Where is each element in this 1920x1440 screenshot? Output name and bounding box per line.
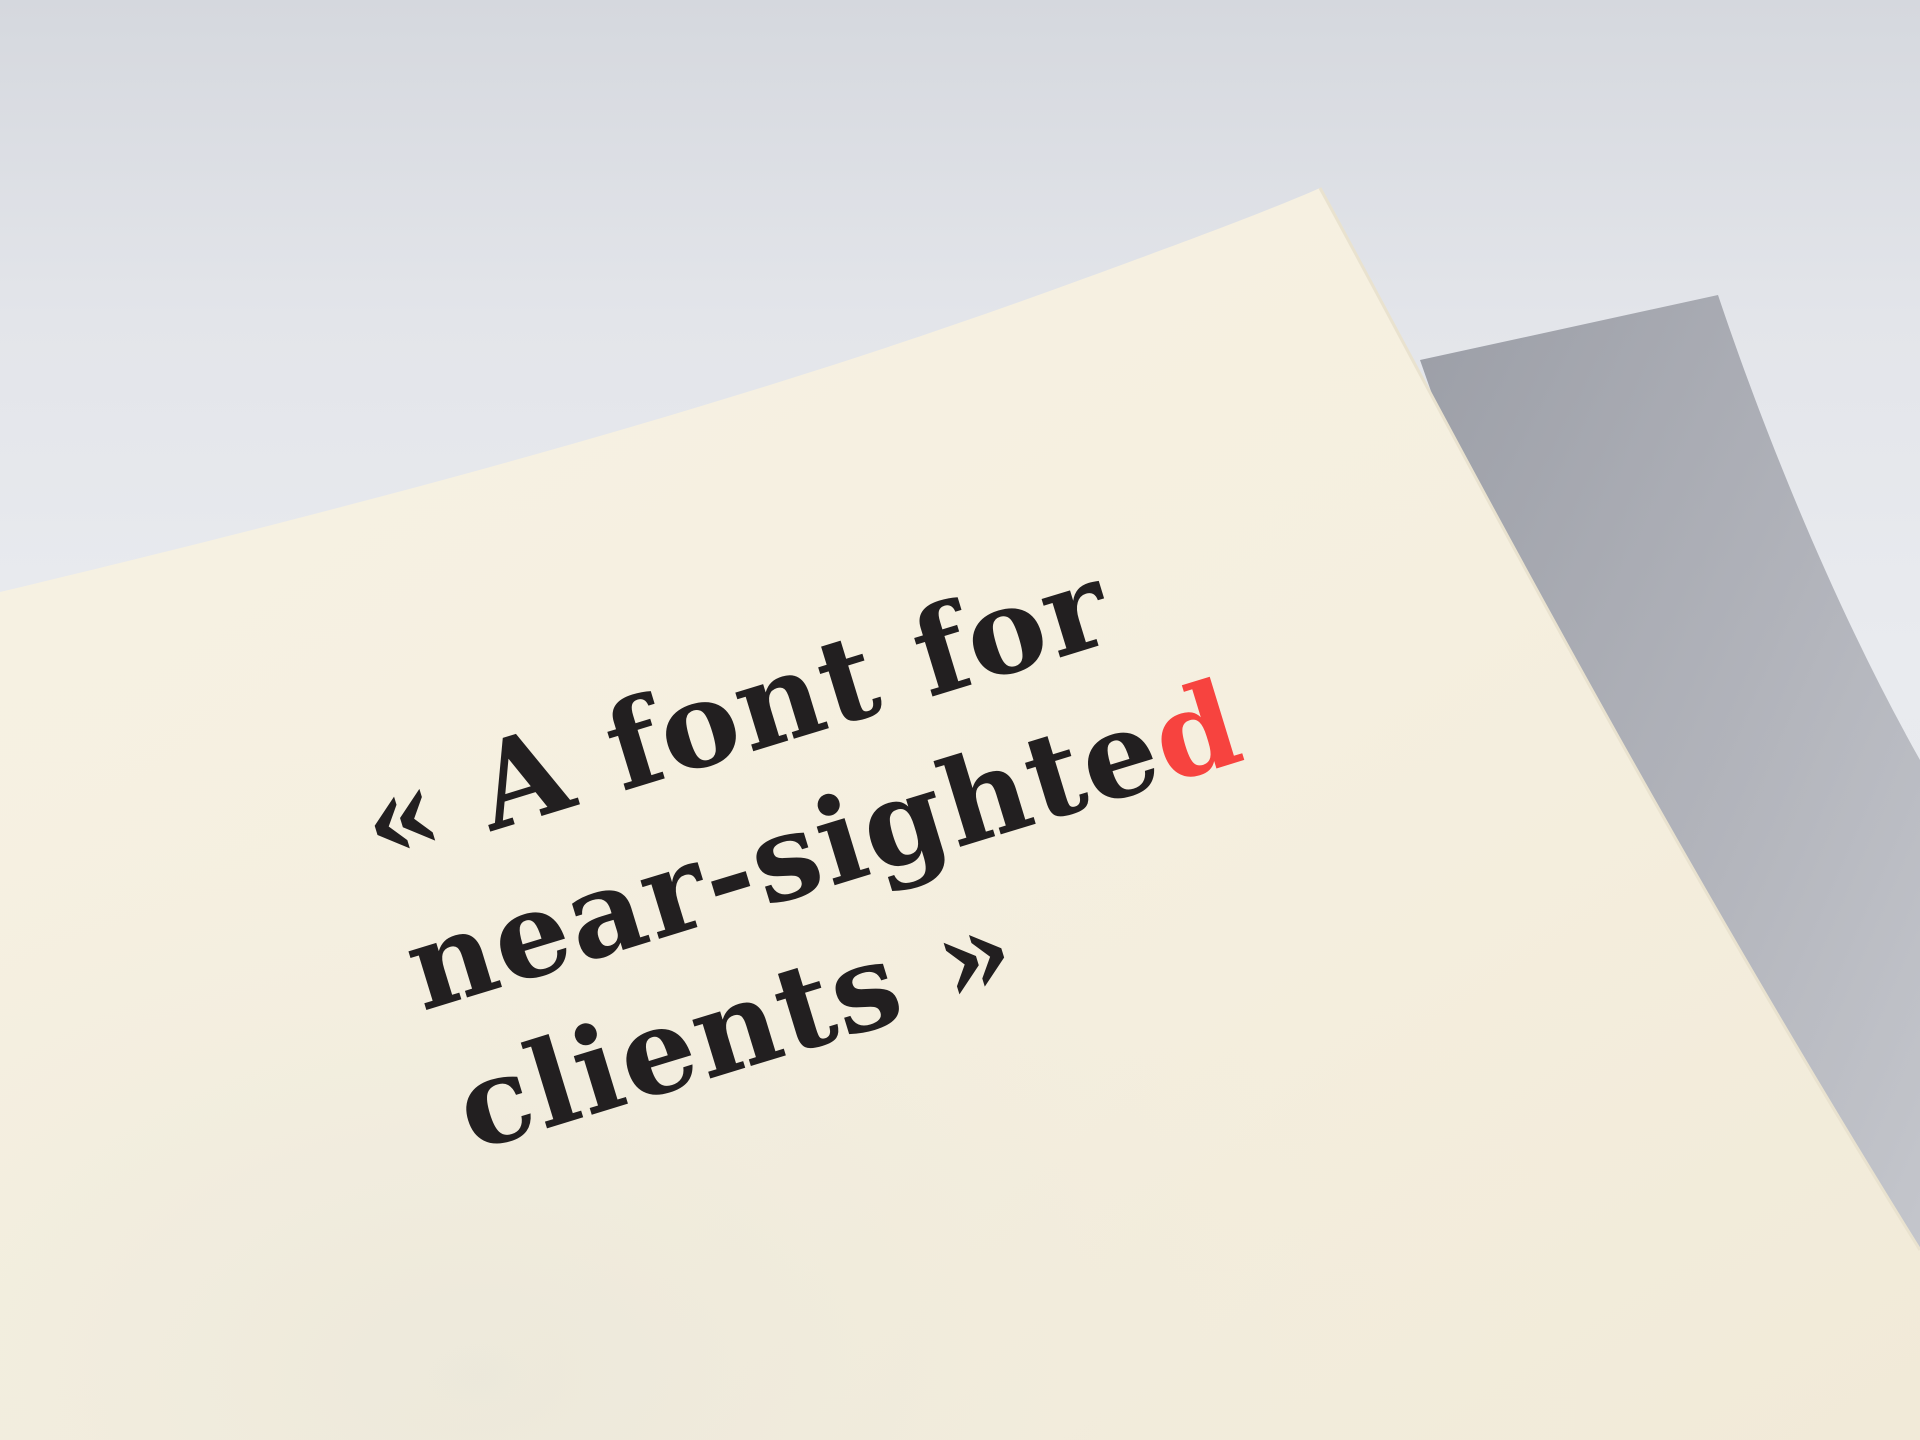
photo-scene: « A font for near-sighted clients » [0,0,1920,1440]
paper-illustration [0,187,1920,1440]
